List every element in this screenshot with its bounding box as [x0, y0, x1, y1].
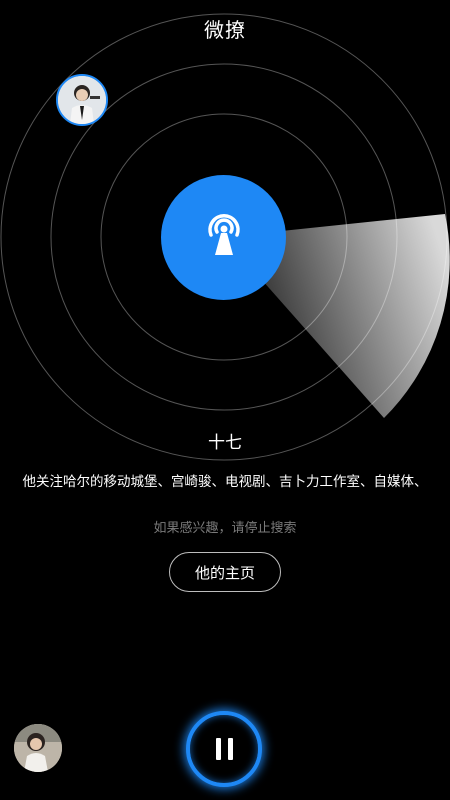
- match-username: 十七: [208, 433, 242, 453]
- pause-search-button[interactable]: [186, 711, 262, 787]
- match-avatar[interactable]: [56, 74, 108, 126]
- profile-button[interactable]: 他的主页: [169, 552, 281, 592]
- user-avatar-icon: [58, 76, 106, 124]
- self-avatar[interactable]: [14, 724, 62, 772]
- radar-center-button[interactable]: [161, 175, 286, 300]
- page-title: 微撩: [204, 18, 246, 42]
- pause-icon: [215, 738, 233, 760]
- match-interests: 他关注哈尔的移动城堡、宫崎骏、电视剧、吉卜力工作室、自媒体、: [22, 474, 428, 490]
- broadcast-tower-icon: [207, 213, 240, 255]
- self-avatar-icon: [14, 724, 62, 772]
- stop-search-hint: 如果感兴趣，请停止搜索: [153, 521, 297, 536]
- radar-screen: 微撩 十七 他关注哈尔的移动城堡、宫崎骏、电视剧、吉卜力工作室、自媒体、 如果感…: [0, 0, 450, 800]
